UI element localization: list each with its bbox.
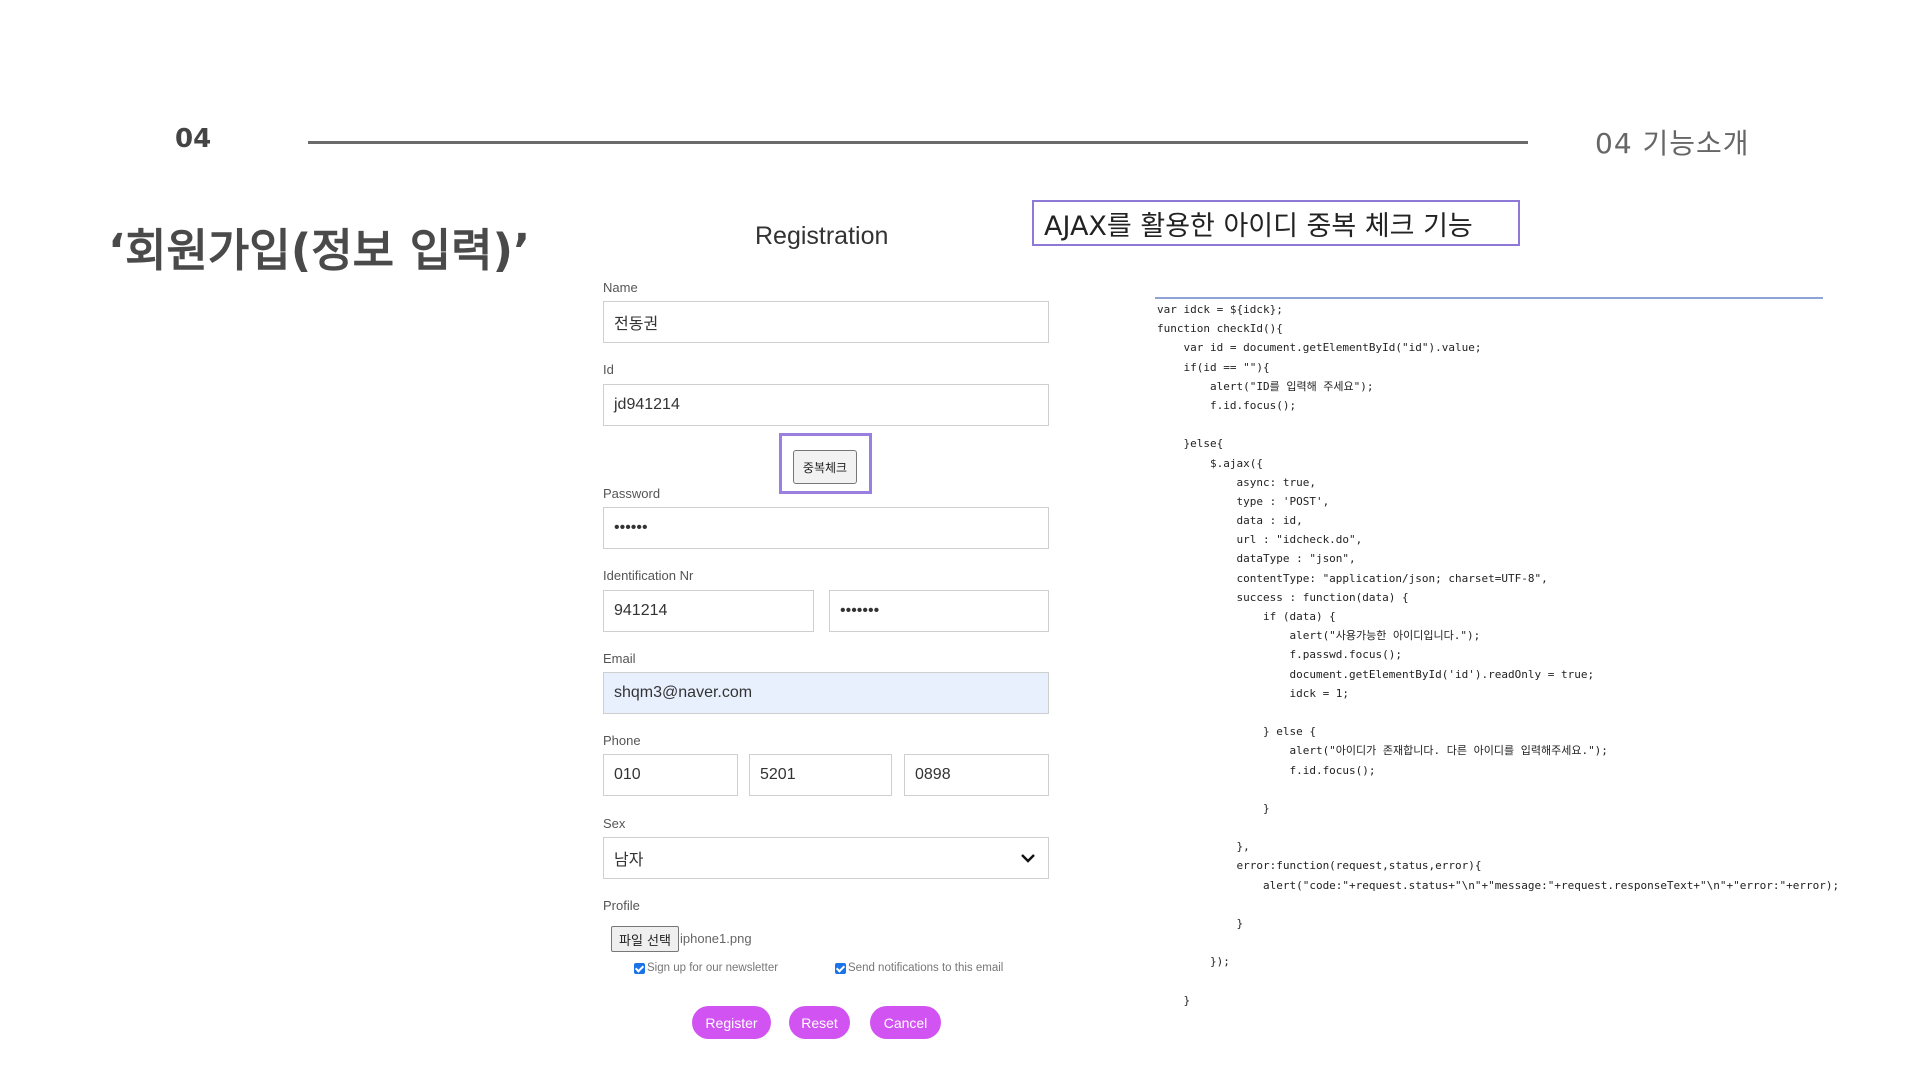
phone-label: Phone [603, 733, 641, 748]
phone-last-input[interactable]: 0898 [904, 754, 1049, 796]
password-label: Password [603, 486, 661, 501]
code-line: document.getElementById('id').readOnly =… [1157, 667, 1595, 681]
code-line: }, [1157, 840, 1250, 854]
code-line: error:function(request,status,error){ [1157, 859, 1482, 873]
notify-checkbox[interactable] [835, 962, 846, 974]
code-line: async: true, [1157, 475, 1316, 489]
newsletter-option[interactable]: Sign up for our newsletter [634, 962, 778, 974]
code-line: alert("아이디가 존재합니다. 다른 아이디를 입력해주세요."); [1157, 744, 1608, 758]
notify-option[interactable]: Send notifications to this email [835, 962, 1003, 974]
code-line: type : 'POST', [1157, 494, 1330, 508]
code-line: dataType : "json", [1157, 552, 1356, 566]
code-line: alert("ID를 입력해 주세요"); [1157, 379, 1374, 393]
code-line: } else { [1157, 725, 1316, 739]
dup-check-button[interactable]: 중복체크 [793, 450, 857, 484]
sex-select-value: 남자 [614, 852, 644, 869]
page-title: ‘회원가입(정보 입력)’ [108, 224, 531, 277]
reset-button[interactable]: Reset [789, 1006, 850, 1039]
password-input[interactable]: •••••• [603, 507, 1049, 549]
file-name: iphone1.png [680, 931, 752, 946]
code-line: data : id, [1157, 514, 1303, 528]
code-line: idck = 1; [1157, 686, 1350, 700]
id-label: Id [603, 362, 614, 377]
phone-first-input[interactable]: 010 [603, 754, 738, 796]
header-divider [308, 141, 1528, 144]
name-label: Name [603, 280, 638, 295]
code-line: alert("사용가능한 아이디입니다."); [1157, 629, 1481, 643]
chevron-down-icon [1020, 850, 1036, 866]
cancel-button[interactable]: Cancel [870, 1006, 941, 1039]
code-line: }); [1157, 955, 1230, 969]
code-line: if (data) { [1157, 610, 1336, 623]
code-line: } [1157, 917, 1244, 930]
code-line: f.id.focus(); [1157, 763, 1376, 777]
notify-label: Send notifications to this email [848, 962, 1004, 974]
section-number: 04 [175, 124, 212, 154]
profile-label: Profile [603, 898, 640, 913]
name-input[interactable]: 전동권 [603, 301, 1049, 343]
code-line: url : "idcheck.do", [1157, 533, 1363, 547]
section-title: 04 기능소개 [1595, 127, 1750, 160]
code-line: var id = document.getElementById("id").v… [1157, 341, 1482, 355]
code-line: } [1157, 993, 1191, 1007]
code-line: } [1157, 801, 1270, 815]
code-line: }else{ [1157, 437, 1224, 451]
code-line: success : function(data) { [1157, 590, 1409, 604]
code-line: alert("code:"+request.status+"\n"+"messa… [1157, 878, 1840, 892]
code-line: if(id == ""){ [1157, 360, 1270, 374]
file-choose-button[interactable]: 파일 선택 [611, 926, 679, 952]
register-button[interactable]: Register [692, 1006, 771, 1039]
newsletter-label: Sign up for our newsletter [647, 962, 779, 974]
form-title: Registration [755, 222, 889, 250]
email-label: Email [603, 651, 636, 666]
code-block: var idck = ${idck}; function checkId(){ v… [1157, 300, 1857, 1010]
newsletter-checkbox[interactable] [634, 962, 645, 974]
idnr-back-input[interactable]: ••••••• [829, 590, 1049, 632]
code-line: var idck = ${idck}; [1157, 303, 1283, 316]
ajax-caption: AJAX를 활용한 아이디 중복 체크 기능 [1032, 200, 1520, 246]
code-divider [1155, 297, 1823, 299]
idnr-label: Identification Nr [603, 568, 694, 583]
code-line: f.id.focus(); [1157, 398, 1297, 412]
phone-middle-input[interactable]: 5201 [749, 754, 892, 796]
sex-label: Sex [603, 816, 626, 831]
email-input[interactable]: shqm3@naver.com [603, 672, 1049, 714]
code-line: function checkId(){ [1157, 322, 1283, 336]
idnr-front-input[interactable]: 941214 [603, 590, 814, 632]
code-line: $.ajax({ [1157, 456, 1263, 470]
code-line: f.passwd.focus(); [1157, 648, 1403, 662]
id-input[interactable]: jd941214 [603, 384, 1049, 426]
sex-select[interactable]: 남자 [603, 837, 1049, 879]
code-line: contentType: "application/json; charset=… [1157, 571, 1548, 585]
